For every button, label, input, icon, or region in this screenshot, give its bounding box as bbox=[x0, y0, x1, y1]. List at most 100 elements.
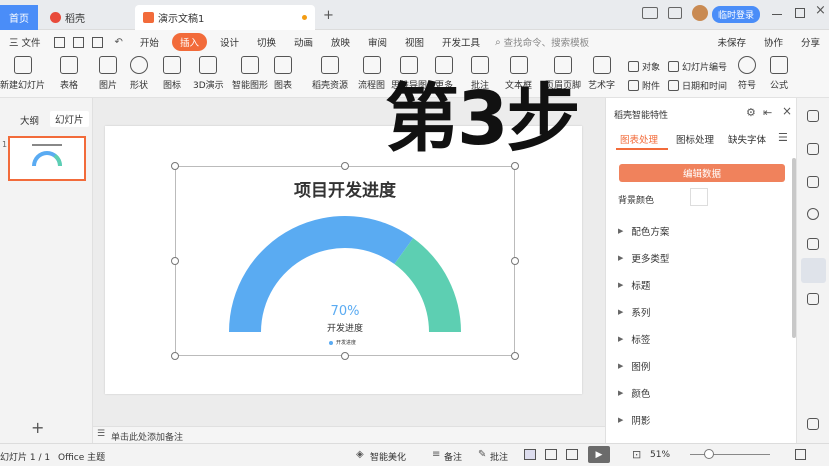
wordart-button[interactable]: 艺术字 bbox=[588, 56, 615, 91]
resize-handle[interactable] bbox=[171, 162, 179, 170]
fullscreen-icon[interactable] bbox=[795, 449, 806, 460]
background-color-swatch[interactable] bbox=[690, 188, 708, 206]
menu-insert[interactable]: 插入 bbox=[171, 33, 207, 51]
menu-transition[interactable]: 切换 bbox=[248, 35, 285, 49]
save-icon[interactable] bbox=[53, 36, 65, 48]
slide-number-button[interactable]: 幻灯片编号 bbox=[668, 60, 727, 73]
smart-beautify-button[interactable]: 智能美化 bbox=[370, 450, 406, 463]
smartart-button[interactable]: 智能图形 bbox=[232, 56, 268, 91]
symbol-button[interactable]: 符号 bbox=[738, 56, 756, 91]
3d-button[interactable]: 3D演示 bbox=[193, 56, 224, 91]
object-button[interactable]: 对象 bbox=[628, 60, 660, 73]
image-icon[interactable] bbox=[807, 238, 819, 250]
add-slide-button[interactable]: + bbox=[31, 418, 44, 437]
login-button[interactable]: 临时登录 bbox=[712, 6, 761, 23]
avatar[interactable] bbox=[692, 5, 708, 21]
menu-devtools[interactable]: 开发工具 bbox=[433, 35, 489, 49]
zoom-level[interactable]: 51% bbox=[650, 450, 670, 460]
more-options-icon[interactable] bbox=[807, 418, 819, 430]
theme-name[interactable]: Office 主题 bbox=[58, 450, 105, 463]
section-shadow[interactable]: ▶ 阴影 bbox=[618, 413, 650, 427]
new-slide-button[interactable]: 新建幻灯片 bbox=[0, 56, 45, 91]
resize-handle[interactable] bbox=[171, 352, 179, 360]
section-series[interactable]: ▶ 系列 bbox=[618, 305, 650, 319]
help-icon[interactable] bbox=[807, 208, 819, 220]
sorter-view-icon[interactable] bbox=[545, 449, 557, 460]
formula-button[interactable]: 公式 bbox=[770, 56, 788, 91]
notes-bar[interactable]: ☰ 单击此处添加备注 bbox=[93, 426, 605, 443]
tab-chart-process[interactable]: 图表处理 bbox=[620, 132, 658, 146]
chart-button[interactable]: 图表 bbox=[274, 56, 292, 91]
menu-design[interactable]: 设计 bbox=[211, 35, 248, 49]
tab-document[interactable]: 演示文稿1 bbox=[135, 5, 315, 30]
notes-placeholder[interactable]: 单击此处添加备注 bbox=[111, 430, 183, 443]
properties-icon[interactable] bbox=[807, 110, 819, 122]
layout-icon[interactable] bbox=[642, 7, 658, 19]
resize-handle[interactable] bbox=[341, 352, 349, 360]
zoom-slider[interactable] bbox=[690, 454, 770, 455]
flowchart-button[interactable]: 流程图 bbox=[358, 56, 385, 91]
reading-view-icon[interactable] bbox=[566, 449, 578, 460]
edit-data-button[interactable]: 编辑数据 bbox=[619, 164, 785, 182]
unsaved-status[interactable]: 未保存 bbox=[708, 35, 755, 49]
tab-docer[interactable]: 稻壳 bbox=[42, 5, 132, 30]
smart-feature-icon[interactable] bbox=[801, 258, 826, 283]
docer-resource-button[interactable]: 稻壳资源 bbox=[312, 56, 348, 91]
resize-handle[interactable] bbox=[171, 257, 179, 265]
shape-button[interactable]: 形状 bbox=[130, 56, 148, 91]
icon-button[interactable]: 图标 bbox=[163, 56, 181, 91]
section-more-types[interactable]: ▶ 更多类型 bbox=[618, 251, 669, 265]
slide[interactable]: 项目开发进度 70% 开发进度 开发进度 bbox=[105, 126, 582, 394]
fit-icon[interactable]: ⊡ bbox=[632, 448, 641, 461]
tab-outline[interactable]: 大纲 bbox=[20, 113, 39, 127]
tab-icon-process[interactable]: 图标处理 bbox=[676, 132, 714, 146]
resize-handle[interactable] bbox=[511, 257, 519, 265]
export-icon[interactable] bbox=[72, 36, 84, 48]
print-icon[interactable] bbox=[91, 36, 103, 48]
file-menu[interactable]: 三 文件 bbox=[0, 35, 50, 49]
comment-toggle-button[interactable]: 批注 bbox=[490, 450, 508, 463]
menu-icon[interactable]: ☰ bbox=[778, 131, 788, 144]
picture-button[interactable]: 图片 bbox=[99, 56, 117, 91]
cube-icon[interactable] bbox=[807, 293, 819, 305]
section-title[interactable]: ▶ 标题 bbox=[618, 278, 650, 292]
close-icon[interactable]: × bbox=[815, 3, 826, 18]
tab-missing-font[interactable]: 缺失字体 bbox=[728, 132, 766, 146]
table-button[interactable]: 表格 bbox=[60, 56, 78, 91]
new-tab-button[interactable]: + bbox=[323, 8, 334, 23]
expand-icon: ▶ bbox=[618, 254, 624, 262]
menu-start[interactable]: 开始 bbox=[131, 35, 168, 49]
pin-icon[interactable]: ⇤ bbox=[763, 106, 772, 119]
menu-animation[interactable]: 动画 bbox=[285, 35, 322, 49]
slide-thumbnail[interactable] bbox=[8, 136, 86, 181]
maximize-icon[interactable] bbox=[795, 8, 805, 18]
settings-icon[interactable]: ⚙ bbox=[746, 106, 756, 119]
normal-view-icon[interactable] bbox=[524, 449, 536, 460]
section-legend[interactable]: ▶ 图例 bbox=[618, 359, 650, 373]
layout-icon[interactable] bbox=[807, 176, 819, 188]
tab-home[interactable]: 首页 bbox=[0, 5, 38, 30]
minimize-icon[interactable] bbox=[772, 14, 782, 15]
section-color-scheme[interactable]: ▶ 配色方案 bbox=[618, 224, 669, 238]
collab-button[interactable]: 协作 bbox=[755, 35, 792, 49]
panel-close-icon[interactable]: × bbox=[782, 104, 792, 118]
resize-handle[interactable] bbox=[511, 352, 519, 360]
skin-icon[interactable] bbox=[668, 7, 682, 19]
menu-review[interactable]: 审阅 bbox=[359, 35, 396, 49]
command-search[interactable]: 查找命令、搜索模板 bbox=[501, 35, 599, 49]
menu-slideshow[interactable]: 放映 bbox=[322, 35, 359, 49]
section-colors[interactable]: ▶ 颜色 bbox=[618, 386, 650, 400]
notes-toggle-button[interactable]: 备注 bbox=[444, 450, 462, 463]
tab-slides[interactable]: 幻灯片 bbox=[50, 111, 89, 127]
resize-handle[interactable] bbox=[341, 162, 349, 170]
animation-icon[interactable] bbox=[807, 143, 819, 155]
undo-icon[interactable]: ↶ bbox=[115, 37, 123, 48]
datetime-button[interactable]: 日期和时间 bbox=[668, 79, 727, 92]
play-button[interactable]: ▶ bbox=[588, 446, 610, 463]
menu-view[interactable]: 视图 bbox=[396, 35, 433, 49]
resize-handle[interactable] bbox=[511, 162, 519, 170]
share-button[interactable]: 分享 bbox=[792, 35, 829, 49]
zoom-slider-thumb[interactable] bbox=[704, 449, 714, 459]
attach-button[interactable]: 附件 bbox=[628, 79, 660, 92]
section-labels[interactable]: ▶ 标签 bbox=[618, 332, 650, 346]
